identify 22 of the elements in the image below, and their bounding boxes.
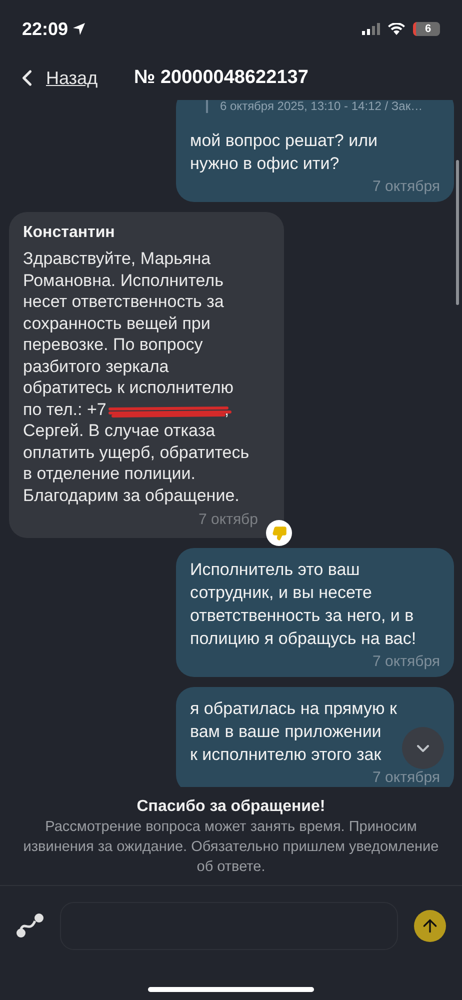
cellular-signal-icon [362,23,380,35]
location-arrow-icon [72,22,86,36]
notice-text: Рассмотрение вопроса может занять время. Приносим извинения за ожидание. Обязательно пришлем уведомление об ответе. [22,818,440,877]
author-name: Константин [23,223,116,243]
message-time: 7 октября [372,177,440,197]
message-text: мой вопрос решат? или нужно в офис ити? [190,130,378,175]
thumbs-down-reaction-icon [266,520,292,546]
message-text: Исполнитель это ваш сотрудник, и вы несете ответственность за него, и в полицию я обращусь на вас! [190,559,416,650]
battery-indicator: 6 [413,22,440,36]
quoted-order: 6 октября 2025, 13:10 - 14:12 / Зак… [206,100,440,113]
ticket-title: № 20000048622137 [134,66,308,90]
wifi-icon [388,23,405,35]
message-time: 7 октября [372,768,440,787]
chevron-down-icon [417,744,429,752]
message-time: 7 октября [372,652,440,672]
attachment-squiggle-icon [16,913,44,939]
notice-title: Спасибо за обращение! [136,797,326,817]
message-time: 7 октябр [198,510,258,530]
message-text: я обратилась на прямую к вам в ваше приложении к исполнителю этого зак [190,698,397,766]
status-time: 22:09 [22,18,68,40]
send-button[interactable] [414,910,446,942]
back-button[interactable]: Назад [14,64,134,92]
